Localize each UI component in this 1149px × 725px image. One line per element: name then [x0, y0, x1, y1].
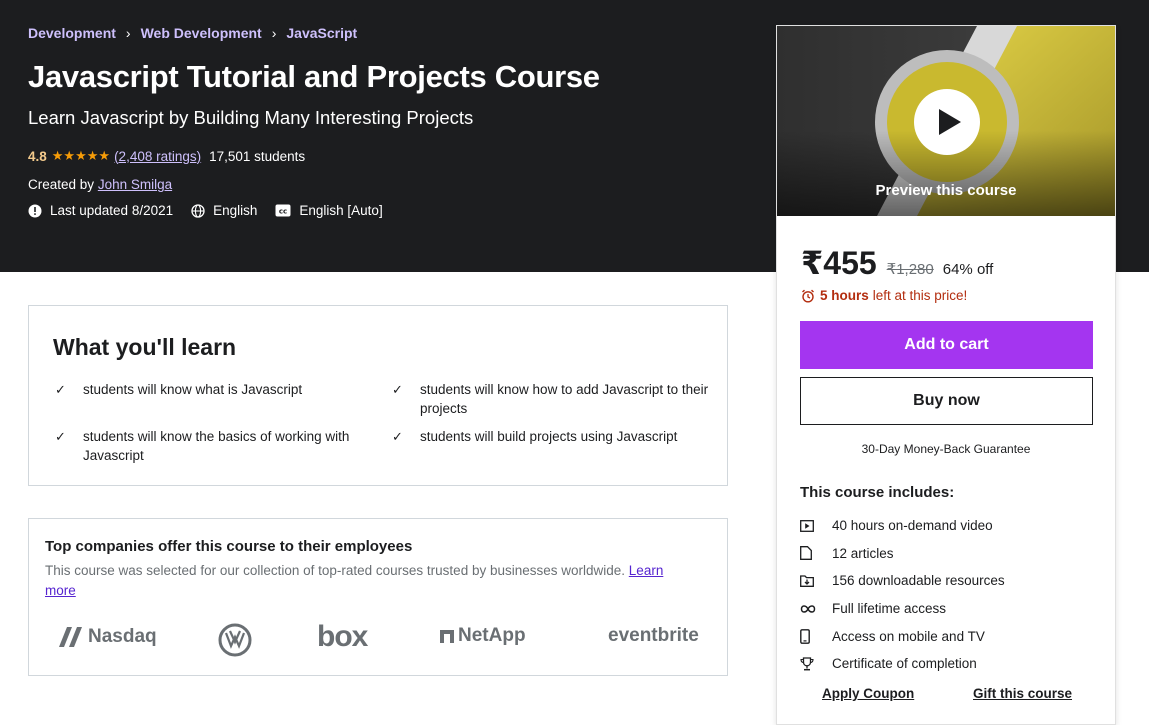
- learn-item-text: students will know how to add Javascript…: [420, 382, 709, 416]
- apply-coupon-link[interactable]: Apply Coupon: [822, 686, 914, 701]
- instructor-link[interactable]: John Smilga: [98, 177, 172, 192]
- course-subtitle: Learn Javascript by Building Many Intere…: [28, 107, 474, 128]
- netapp-mark-icon: [440, 630, 454, 643]
- money-back-guarantee: 30-Day Money-Back Guarantee: [861, 442, 1031, 456]
- breadcrumb-javascript[interactable]: JavaScript: [286, 25, 357, 41]
- price-row: ₹455 ₹1,280 64% off: [801, 244, 993, 282]
- nasdaq-logo: Nasdaq: [57, 625, 157, 649]
- include-label: Full lifetime access: [832, 601, 947, 617]
- course-title: Javascript Tutorial and Projects Course: [28, 59, 600, 94]
- netapp-logo: NetApp: [439, 625, 526, 647]
- purchase-sidebar: Preview this course ₹455 ₹1,280 64% off …: [776, 25, 1116, 725]
- learn-item: ✓ students will build projects using Jav…: [390, 427, 710, 446]
- learn-item: ✓ students will know what is Javascript: [53, 380, 363, 399]
- created-by-label: Created by: [28, 177, 95, 192]
- list-item: Full lifetime access: [800, 595, 1100, 623]
- include-label: 40 hours on-demand video: [832, 518, 993, 534]
- learn-heading: What you'll learn: [53, 334, 237, 360]
- volkswagen-logo: [218, 623, 252, 657]
- download-folder-icon: [800, 575, 832, 587]
- check-icon: ✓: [55, 382, 66, 397]
- globe-icon: [191, 203, 205, 218]
- check-icon: ✓: [392, 382, 403, 397]
- volkswagen-icon: [218, 623, 252, 657]
- buy-now-button[interactable]: Buy now: [800, 377, 1093, 425]
- preview-label: Preview this course: [875, 182, 1017, 199]
- star-rating-icon: ★★★★★: [51, 148, 111, 163]
- include-label: Certificate of completion: [832, 656, 977, 672]
- learn-item-text: students will build projects using Javas…: [420, 429, 678, 444]
- students-count: 17,501 students: [209, 148, 306, 164]
- current-price: ₹455: [801, 245, 877, 281]
- chevron-right-icon: ›: [125, 25, 131, 41]
- companies-description-text: This course was selected for our collect…: [45, 563, 626, 578]
- includes-title: This course includes:: [800, 484, 955, 501]
- add-to-cart-button[interactable]: Add to cart: [800, 321, 1093, 369]
- rating-row: 4.8 ★★★★★ (2,408 ratings) 17,501 student…: [28, 148, 305, 164]
- video-icon: [800, 519, 832, 532]
- company-logos: Nasdaq box NetApp eventbrite: [45, 619, 715, 663]
- include-label: Access on mobile and TV: [832, 628, 985, 644]
- list-item: 12 articles: [800, 540, 1100, 568]
- nasdaq-logo-text: Nasdaq: [88, 626, 157, 647]
- learn-item: ✓ students will know the basics of worki…: [53, 427, 373, 465]
- includes-list: 40 hours on-demand video 12 articles 156…: [800, 512, 1100, 678]
- breadcrumb-web-development[interactable]: Web Development: [141, 25, 262, 41]
- infinity-icon: [800, 604, 832, 614]
- discount-percent: 64% off: [942, 261, 994, 278]
- companies-description: This course was selected for our collect…: [45, 561, 695, 601]
- top-companies-section: Top companies offer this course to their…: [28, 518, 728, 676]
- companies-heading: Top companies offer this course to their…: [45, 538, 413, 555]
- file-icon: [800, 546, 832, 561]
- timer-hours: 5 hours: [820, 288, 869, 303]
- course-captions: English [Auto]: [299, 203, 383, 218]
- gift-course-link[interactable]: Gift this course: [973, 686, 1072, 701]
- closed-captions-icon: cc: [275, 204, 291, 217]
- eventbrite-logo: eventbrite: [608, 625, 699, 647]
- alert-badge-icon: [28, 204, 42, 217]
- nasdaq-mark-icon: [59, 627, 82, 647]
- trophy-icon: [800, 657, 832, 671]
- course-language: English: [213, 203, 258, 218]
- check-icon: ✓: [55, 429, 66, 444]
- include-label: 12 articles: [832, 545, 894, 561]
- ratings-count-link[interactable]: (2,408 ratings): [114, 149, 201, 164]
- box-logo: box: [317, 620, 368, 654]
- list-item: 40 hours on-demand video: [800, 512, 1100, 540]
- timer-text: left at this price!: [872, 288, 968, 303]
- rating-value: 4.8: [28, 148, 47, 164]
- breadcrumb: Development › Web Development › JavaScri…: [28, 25, 357, 41]
- list-item: 156 downloadable resources: [800, 567, 1100, 595]
- list-item: Certificate of completion: [800, 650, 1100, 678]
- created-by: Created by John Smilga: [28, 177, 172, 192]
- box-logo-text: box: [317, 620, 368, 653]
- learn-item-text: students will know what is Javascript: [83, 382, 303, 397]
- breadcrumb-development[interactable]: Development: [28, 25, 116, 41]
- list-item: Access on mobile and TV: [800, 622, 1100, 650]
- chevron-right-icon: ›: [271, 25, 277, 41]
- last-updated: Last updated 8/2021: [50, 203, 174, 218]
- netapp-logo-text: NetApp: [458, 625, 526, 646]
- what-you-learn-section: What you'll learn ✓ students will know w…: [28, 305, 728, 486]
- include-label: 156 downloadable resources: [832, 573, 1005, 589]
- check-icon: ✓: [392, 429, 403, 444]
- course-meta: Last updated 8/2021 English cc English […: [28, 203, 401, 218]
- learn-item: ✓ students will know how to add Javascri…: [390, 380, 710, 418]
- svg-text:cc: cc: [279, 208, 287, 216]
- eventbrite-logo-text: eventbrite: [608, 625, 699, 646]
- price-timer: 5 hours left at this price!: [801, 288, 967, 303]
- learn-item-text: students will know the basics of working…: [83, 429, 350, 463]
- course-preview[interactable]: Preview this course: [777, 26, 1115, 216]
- alarm-clock-icon: [802, 289, 814, 303]
- mobile-icon: [800, 628, 832, 644]
- play-icon[interactable]: [914, 89, 980, 155]
- original-price: ₹1,280: [886, 261, 934, 278]
